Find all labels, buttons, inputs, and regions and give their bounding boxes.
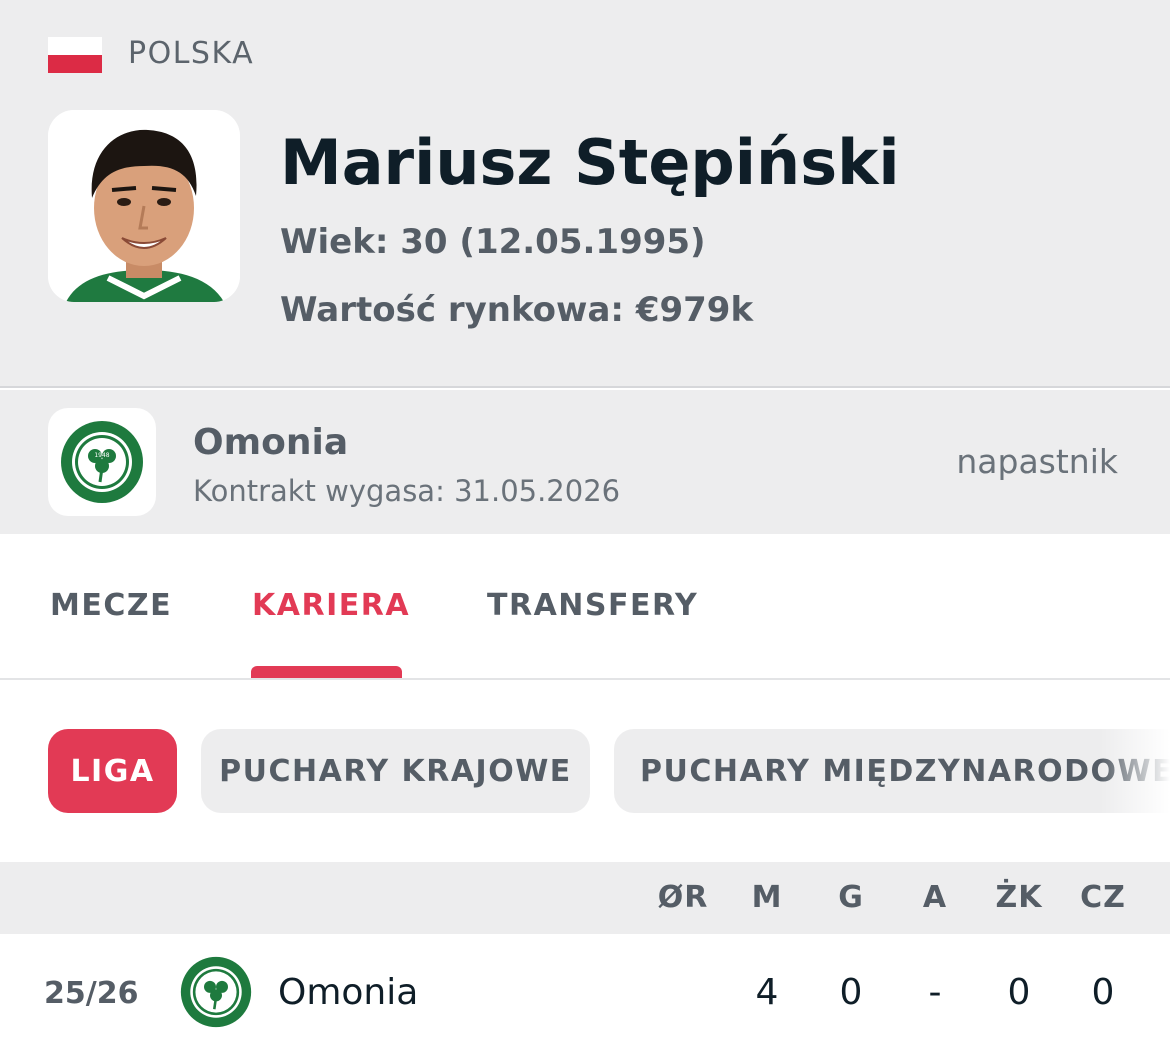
col-assists: A [922,880,948,915]
row-club-name: Omonia [278,972,419,1013]
tab-mecze[interactable]: MECZE [50,588,172,623]
cell-red-cards: 0 [1091,972,1115,1013]
col-yellow-cards: ŻK [995,880,1043,915]
omonia-crest-icon: 1948 [61,421,143,503]
col-goals: G [838,880,864,915]
player-position: napastnik [956,442,1118,481]
profile-tabs: MECZE KARIERA TRANSFERY [0,534,1170,680]
col-matches: M [751,880,783,915]
cell-matches: 4 [755,972,779,1013]
table-row[interactable]: 25/26 Omonia 4 0 - 0 0 [0,934,1170,1045]
club-logo [180,956,252,1028]
active-tab-indicator [251,666,402,678]
filter-puchary-miedzynarodowe[interactable]: PUCHARY MIĘDZYNARODOWE [614,729,1170,813]
cell-goals: 0 [839,972,863,1013]
player-age: Wiek: 30 (12.05.1995) [280,222,706,262]
cell-yellow-cards: 0 [1007,972,1031,1013]
club-name[interactable]: Omonia [193,422,348,463]
contract-expiry: Kontrakt wygasa: 31.05.2026 [193,474,621,508]
col-avg-rating: ØR [657,880,709,915]
scroll-fade [1100,724,1170,818]
current-club-row[interactable]: 1948 Omonia Kontrakt wygasa: 31.05.2026 … [0,390,1170,534]
filter-liga[interactable]: LIGA [48,729,177,813]
stats-table-header: ØR M G A ŻK CZ [0,862,1170,934]
player-photo [48,110,240,302]
player-name: Mariusz Stępiński [280,126,900,199]
tab-transfery[interactable]: TRANSFERY [487,588,698,623]
filter-puchary-krajowe[interactable]: PUCHARY KRAJOWE [201,729,590,813]
cell-assists: - [928,972,942,1013]
tab-kariera[interactable]: KARIERA [252,588,410,623]
season: 25/26 [44,976,139,1011]
omonia-crest-icon [180,956,252,1028]
player-header: POLSKA Mariusz Stępiński Wiek: 30 (12.05… [0,0,1170,388]
player-market-value: Wartość rynkowa: €979k [280,290,754,330]
svg-text:1948: 1948 [94,452,109,459]
poland-flag-icon [48,37,102,73]
club-logo: 1948 [48,408,156,516]
col-red-cards: CZ [1080,880,1126,915]
country-label[interactable]: POLSKA [128,36,254,71]
